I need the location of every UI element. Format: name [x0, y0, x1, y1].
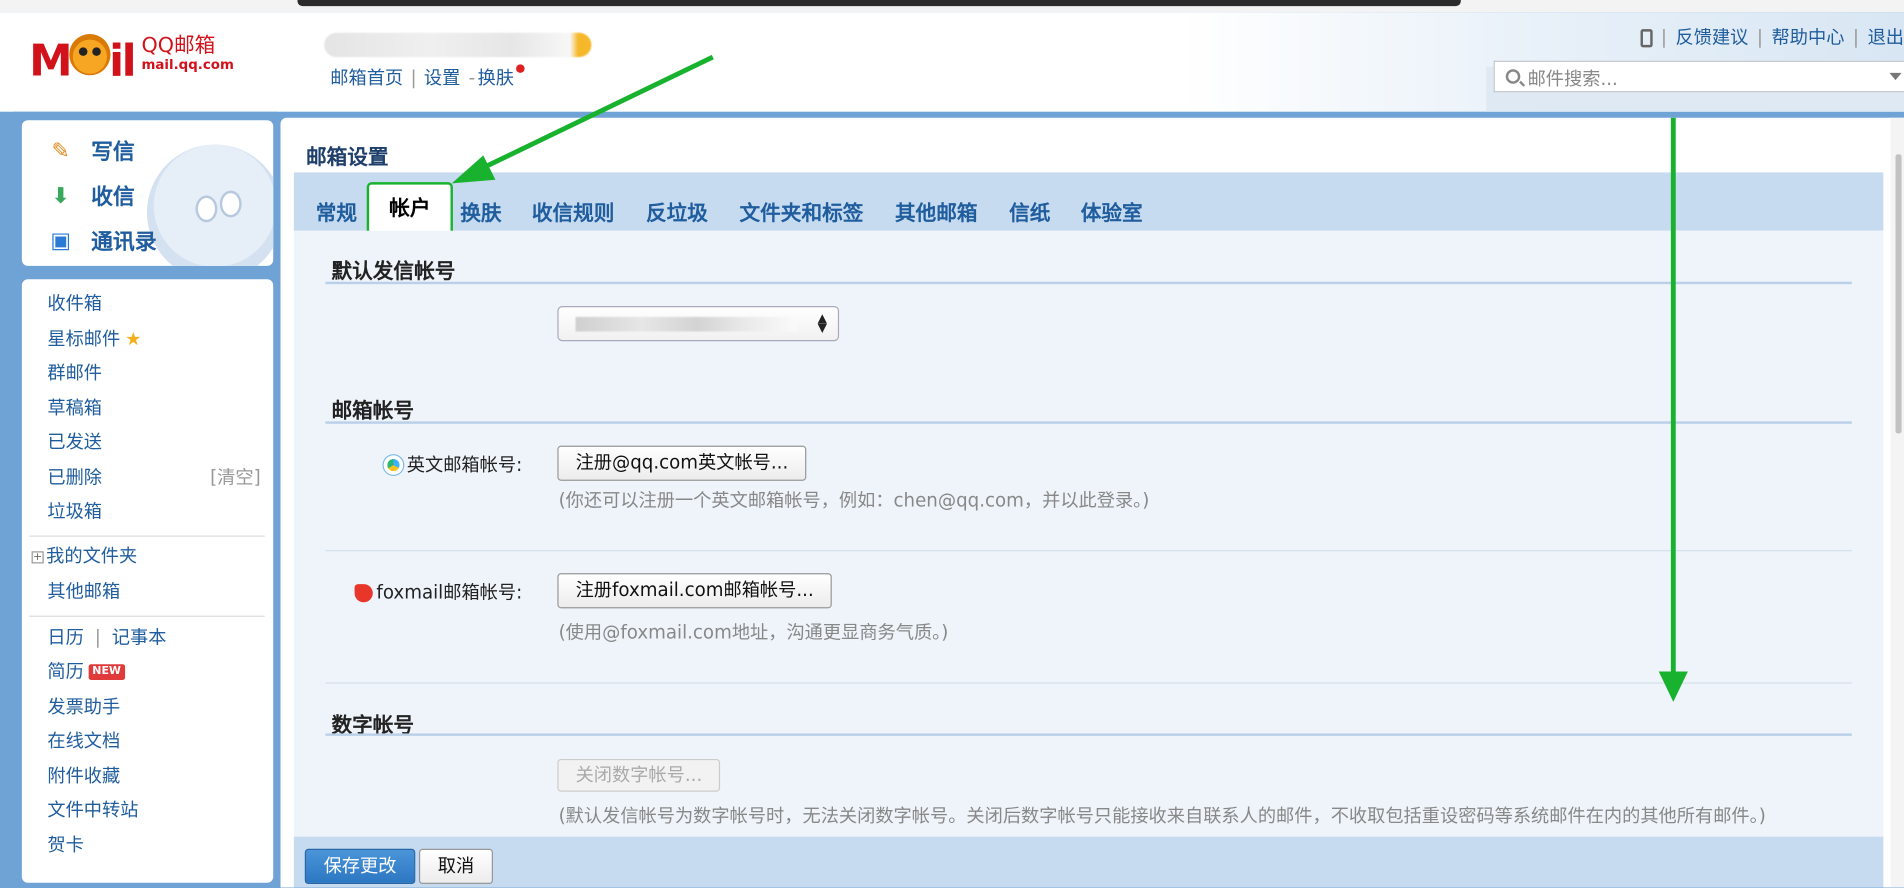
star-icon: ★: [125, 327, 142, 350]
clear-deleted-link[interactable]: [清空]: [210, 463, 261, 492]
tab-folders-labels[interactable]: 文件夹和标签: [740, 196, 864, 226]
expand-icon[interactable]: +: [31, 550, 44, 563]
folder-sent[interactable]: 已发送: [47, 427, 102, 456]
row-divider: [325, 550, 1852, 552]
browser-top-strip: [0, 0, 1904, 13]
tab-receive-rules[interactable]: 收信规则: [532, 196, 615, 226]
calendar-link[interactable]: 日历: [47, 627, 83, 649]
qq-mail-logo[interactable]: Mil QQ邮箱 mail.qq.com: [29, 34, 234, 83]
tool-online-docs[interactable]: 在线文档: [47, 726, 120, 755]
tab-stationery[interactable]: 信纸: [1009, 196, 1050, 226]
top-links: | 反馈建议 | 帮助中心 | 退出: [1640, 24, 1904, 50]
folder-list: 收件箱 星标邮件 ★ 群邮件 草稿箱 已发送 已删除 [清空] 垃圾箱 + 我的文件…: [21, 279, 274, 883]
scrollbar-thumb[interactable]: [1895, 154, 1902, 434]
folder-group[interactable]: 群邮件: [47, 358, 102, 387]
settings-link[interactable]: 设置: [424, 64, 460, 90]
sender-address-blurred: [575, 316, 797, 332]
tool-attachments[interactable]: 附件收藏: [47, 761, 120, 790]
feedback-link[interactable]: 反馈建议: [1676, 27, 1749, 49]
contacts-icon: ▣: [50, 227, 72, 254]
brand-domain: mail.qq.com: [141, 57, 234, 73]
app-window: Mil QQ邮箱 mail.qq.com 邮箱首页 | 设置 - 换肤 | 反馈建议 | 帮…: [0, 0, 1904, 888]
section-divider: [325, 281, 1852, 285]
folder-spam[interactable]: 垃圾箱: [47, 497, 102, 526]
foxmail-account-hint: (使用@foxmail.com地址，沟通更显商务气质。): [558, 621, 949, 644]
search-dropdown-icon[interactable]: [1889, 72, 1902, 81]
section-default-sender: 默认发信帐号: [331, 259, 456, 285]
tab-general[interactable]: 常规: [316, 196, 357, 226]
folder-inbox[interactable]: 收件箱: [47, 289, 102, 318]
tab-skin[interactable]: 换肤: [460, 196, 501, 226]
tiger-icon: [69, 34, 111, 76]
tool-resume[interactable]: 简历 NEW: [47, 657, 125, 686]
qq-colorful-icon: [383, 455, 404, 475]
folder-my-folders[interactable]: + 我的文件夹: [31, 542, 137, 571]
tab-anti-spam[interactable]: 反垃圾: [646, 196, 708, 226]
close-digital-account-button[interactable]: 关闭数字帐号...: [557, 758, 721, 792]
section-divider: [325, 733, 1852, 736]
notification-dot-icon: [516, 64, 525, 73]
tool-invoice[interactable]: 发票助手: [47, 692, 120, 721]
english-account-hint: (你还可以注册一个英文邮箱帐号，例如：chen@qq.com，并以此登录。): [558, 489, 1150, 512]
main-scrollbar[interactable]: [1890, 117, 1904, 888]
mail-search-input[interactable]: 邮件搜索...: [1493, 60, 1904, 93]
save-changes-button[interactable]: 保存更改: [304, 848, 416, 885]
header-nav: 邮箱首页 | 设置 - 换肤: [330, 64, 525, 90]
folder-other-mail[interactable]: 其他邮箱: [47, 577, 120, 606]
digital-account-hint: (默认发信帐号为数字帐号时，无法关闭数字帐号。关闭后数字帐号只能接收来自联系人的…: [558, 805, 1766, 827]
folder-deleted[interactable]: 已删除: [47, 463, 102, 492]
user-name-blurred: [324, 32, 592, 58]
help-center-link[interactable]: 帮助中心: [1772, 27, 1845, 49]
tool-greeting-cards[interactable]: 贺卡: [47, 831, 83, 860]
english-account-label: 英文邮箱帐号:: [383, 452, 522, 478]
page-title: 邮箱设置: [306, 145, 389, 171]
search-placeholder: 邮件搜索...: [1527, 68, 1618, 90]
folder-drafts[interactable]: 草稿箱: [47, 393, 102, 422]
action-footer: [293, 836, 1884, 888]
compose-icon: ✎: [51, 137, 70, 164]
nav-separator: |: [410, 66, 417, 89]
cancel-button[interactable]: 取消: [418, 848, 494, 885]
receive-button[interactable]: ⬇ 收信: [46, 177, 135, 213]
contacts-button[interactable]: ▣ 通讯录: [46, 222, 156, 258]
folder-starred[interactable]: 星标邮件 ★: [47, 324, 141, 353]
mobile-phone-icon[interactable]: [1640, 29, 1653, 48]
new-badge: NEW: [88, 664, 125, 681]
compose-button[interactable]: ✎ 写信: [46, 132, 135, 168]
skin-link[interactable]: 换肤: [478, 64, 514, 90]
tool-file-transfer[interactable]: 文件中转站: [47, 795, 138, 824]
nav-dash: -: [468, 66, 476, 89]
folder-divider: [29, 615, 265, 617]
search-icon: [1505, 69, 1521, 84]
notes-link[interactable]: 记事本: [112, 627, 167, 649]
inbox-download-icon: ⬇: [51, 182, 70, 209]
tab-lab[interactable]: 体验室: [1081, 196, 1143, 226]
tab-other-mailboxes[interactable]: 其他邮箱: [895, 196, 978, 226]
settings-content: [293, 230, 1884, 837]
logo-mark: Mil: [29, 34, 137, 84]
section-divider: [325, 421, 1852, 424]
logout-link[interactable]: 退出: [1868, 27, 1904, 49]
mailbox-home-link[interactable]: 邮箱首页: [330, 64, 403, 90]
foxmail-account-label: foxmail邮箱帐号:: [354, 579, 522, 605]
register-foxmail-account-button[interactable]: 注册foxmail.com邮箱帐号...: [557, 573, 832, 609]
foxmail-icon: [354, 584, 373, 603]
default-sender-select[interactable]: ▲ ▼: [557, 306, 840, 342]
folder-divider: [29, 535, 265, 537]
brand-name: QQ邮箱: [141, 34, 216, 59]
penguin-decoration-icon: [146, 144, 274, 266]
row-divider: [325, 682, 1852, 684]
tab-account[interactable]: 帐户: [366, 182, 453, 236]
tool-calendar-notes: 日历 | 记事本: [47, 626, 167, 649]
quick-actions: ✎ 写信 ⬇ 收信 ▣ 通讯录: [21, 120, 274, 266]
select-arrows-icon: ▲ ▼: [817, 312, 827, 336]
section-mailbox-account: 邮箱帐号: [331, 399, 415, 424]
register-english-account-button[interactable]: 注册@qq.com英文帐号...: [557, 445, 807, 481]
